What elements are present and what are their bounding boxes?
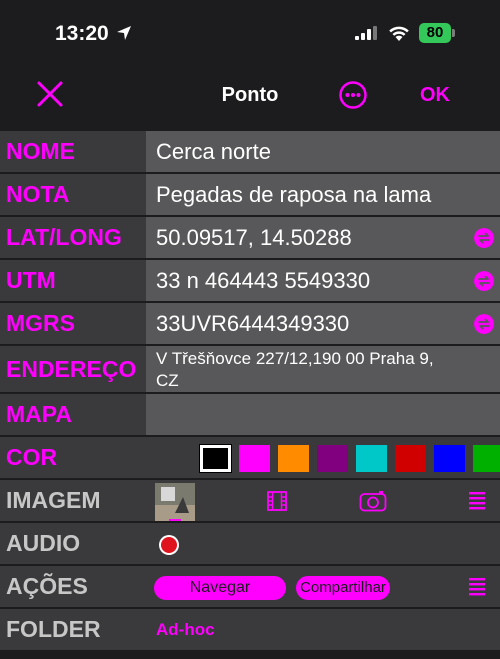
endereco-field[interactable]: V Třešňovce 227/12,190 00 Praha 9, CZ: [146, 346, 500, 392]
swap-format-icon[interactable]: [474, 313, 494, 334]
mapa-field[interactable]: [146, 394, 500, 435]
swap-format-icon[interactable]: [474, 227, 494, 248]
endereco-label: ENDEREÇO: [0, 346, 146, 392]
color-picker: [146, 437, 500, 478]
row-audio: AUDIO: [0, 523, 500, 566]
latlong-label: LAT/LONG: [0, 217, 146, 258]
nota-value: Pegadas de raposa na lama: [156, 181, 432, 207]
audio-field: [146, 523, 500, 564]
image-thumbnail[interactable]: [155, 483, 195, 521]
status-time: 13:20: [55, 22, 109, 45]
row-nota: NOTA Pegadas de raposa na lama: [0, 174, 500, 217]
battery-icon: 80: [419, 23, 451, 43]
color-swatch[interactable]: [278, 445, 309, 472]
imagem-field: [146, 480, 500, 521]
battery-tip: [452, 29, 455, 37]
cor-label: COR: [0, 437, 146, 478]
utm-label: UTM: [0, 260, 146, 301]
folder-label: FOLDER: [0, 609, 146, 650]
utm-field[interactable]: 33 n 464443 5549330: [146, 260, 500, 301]
close-icon[interactable]: [36, 80, 64, 108]
navegar-button[interactable]: Navegar: [154, 576, 286, 600]
row-mgrs: MGRS 33UVR6444349330: [0, 303, 500, 346]
wifi-icon: [389, 26, 409, 41]
row-imagem: IMAGEM: [0, 480, 500, 523]
mgrs-field[interactable]: 33UVR6444349330: [146, 303, 500, 344]
record-icon[interactable]: [158, 534, 180, 556]
nome-field[interactable]: Cerca norte: [146, 131, 500, 172]
row-utm: UTM 33 n 464443 5549330: [0, 260, 500, 303]
color-swatch[interactable]: [473, 445, 500, 472]
endereco-value: V Třešňovce 227/12,190 00 Praha 9, CZ: [156, 349, 434, 390]
ok-button[interactable]: OK: [410, 84, 460, 107]
list-menu-icon[interactable]: [468, 576, 486, 598]
color-swatch[interactable]: [317, 445, 348, 472]
row-latlong: LAT/LONG 50.09517, 14.50288: [0, 217, 500, 260]
acoes-field: Navegar Compartilhar: [146, 566, 500, 607]
compartilhar-button[interactable]: Compartilhar: [296, 576, 390, 600]
imagem-label: IMAGEM: [0, 480, 146, 521]
color-swatch[interactable]: [199, 444, 232, 473]
mgrs-value: 33UVR6444349330: [156, 310, 350, 336]
swap-format-icon[interactable]: [474, 270, 494, 291]
nome-label: NOME: [0, 131, 146, 172]
nota-label: NOTA: [0, 174, 146, 215]
row-acoes: AÇÕES Navegar Compartilhar: [0, 566, 500, 609]
audio-label: AUDIO: [0, 523, 146, 564]
folder-field[interactable]: Ad-hoc: [146, 609, 500, 650]
status-bar: 13:20 80: [0, 0, 500, 66]
color-swatch[interactable]: [395, 445, 426, 472]
color-swatch[interactable]: [434, 445, 465, 472]
mgrs-label: MGRS: [0, 303, 146, 344]
location-arrow-icon: [117, 26, 131, 40]
acoes-label: AÇÕES: [0, 566, 146, 607]
battery-level: 80: [426, 24, 444, 41]
camera-icon[interactable]: [359, 490, 387, 512]
cellular-signal-icon: [355, 26, 377, 40]
row-nome: NOME Cerca norte: [0, 131, 500, 174]
film-icon[interactable]: [266, 490, 288, 512]
latlong-value: 50.09517, 14.50288: [156, 224, 352, 250]
folder-value: Ad-hoc: [156, 619, 215, 639]
point-form: NOME Cerca norte NOTA Pegadas de raposa …: [0, 131, 500, 652]
nota-field[interactable]: Pegadas de raposa na lama: [146, 174, 500, 215]
row-cor: COR: [0, 437, 500, 480]
page-title: Ponto: [221, 84, 279, 106]
row-mapa: MAPA: [0, 394, 500, 437]
nome-value: Cerca norte: [156, 138, 271, 164]
row-folder: FOLDER Ad-hoc: [0, 609, 500, 652]
more-options-icon[interactable]: [339, 81, 367, 109]
color-swatch[interactable]: [239, 445, 270, 472]
utm-value: 33 n 464443 5549330: [156, 267, 371, 293]
list-menu-icon[interactable]: [468, 490, 486, 512]
mapa-label: MAPA: [0, 394, 146, 435]
row-endereco: ENDEREÇO V Třešňovce 227/12,190 00 Praha…: [0, 346, 500, 394]
latlong-field[interactable]: 50.09517, 14.50288: [146, 217, 500, 258]
color-swatch[interactable]: [356, 445, 387, 472]
